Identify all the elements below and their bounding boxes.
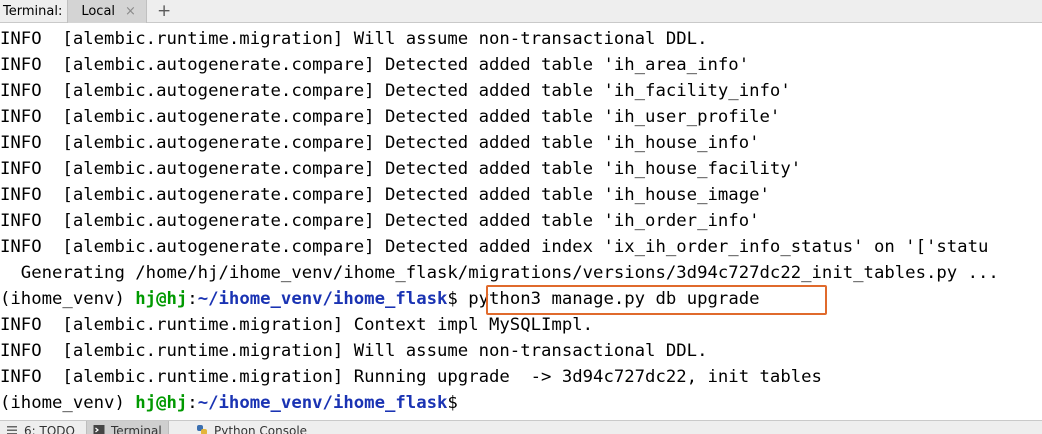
terminal-line: INFO [alembic.autogenerate.compare] Dete…	[0, 133, 760, 153]
bottom-tab-python-console[interactable]: Python Console	[196, 424, 307, 434]
prompt-path: ~/ihome_venv/ihome_flask	[197, 393, 448, 413]
terminal-line: INFO [alembic.autogenerate.compare] Dete…	[0, 81, 791, 101]
terminal-line: INFO [alembic.autogenerate.compare] Dete…	[0, 237, 989, 257]
prompt-env: (ihome_venv)	[0, 393, 136, 413]
prompt-colon: :	[187, 393, 198, 413]
bottom-tab-todo[interactable]: 6: TODO	[6, 424, 75, 434]
terminal-output[interactable]: INFO [alembic.runtime.migration] Will as…	[0, 23, 1042, 420]
bottom-tab-label: 6: TODO	[24, 424, 75, 434]
python-icon	[197, 425, 207, 434]
prompt-user: hj@hj	[135, 393, 188, 413]
bottom-tab-label: Terminal	[111, 424, 162, 434]
terminal-line: INFO [alembic.runtime.migration] Running…	[0, 367, 822, 387]
prompt-colon: :	[187, 289, 198, 309]
add-icon[interactable]: +	[157, 2, 171, 20]
terminal-line: INFO [alembic.runtime.migration] Will as…	[0, 29, 708, 49]
terminal-line: INFO [alembic.runtime.migration] Context…	[0, 315, 594, 335]
tab-label: Local	[81, 3, 116, 19]
terminal-line: INFO [alembic.autogenerate.compare] Dete…	[0, 107, 781, 127]
todo-icon	[7, 426, 17, 434]
bottom-tool-bar: 6: TODO Terminal Python Console	[0, 420, 1042, 434]
bottom-tab-terminal[interactable]: Terminal	[86, 421, 169, 434]
close-icon[interactable]: ×	[125, 4, 136, 19]
terminal-tab-bar: Terminal: Local × +	[0, 0, 1042, 23]
command-highlight-box	[486, 285, 827, 315]
terminal-icon	[93, 425, 105, 434]
terminal-line: INFO [alembic.runtime.migration] Will as…	[0, 341, 708, 361]
tool-window-title: Terminal:	[3, 3, 63, 19]
terminal-line: INFO [alembic.autogenerate.compare] Dete…	[0, 185, 770, 205]
terminal-line: Generating /home/hj/ihome_venv/ihome_fla…	[0, 263, 999, 283]
tab-local[interactable]: Local ×	[67, 0, 147, 23]
shell-prompt: (ihome_venv) hj@hj:~/ihome_venv/ihome_fl…	[0, 390, 458, 416]
bottom-tab-label: Python Console	[214, 424, 308, 434]
prompt-user: hj@hj	[135, 289, 188, 309]
prompt-dollar: $	[447, 289, 458, 309]
prompt-dollar: $	[447, 393, 458, 413]
terminal-line: INFO [alembic.autogenerate.compare] Dete…	[0, 159, 802, 179]
prompt-env: (ihome_venv)	[0, 289, 136, 309]
terminal-line: INFO [alembic.autogenerate.compare] Dete…	[0, 211, 760, 231]
terminal-line: INFO [alembic.autogenerate.compare] Dete…	[0, 55, 750, 75]
prompt-path: ~/ihome_venv/ihome_flask	[197, 289, 448, 309]
